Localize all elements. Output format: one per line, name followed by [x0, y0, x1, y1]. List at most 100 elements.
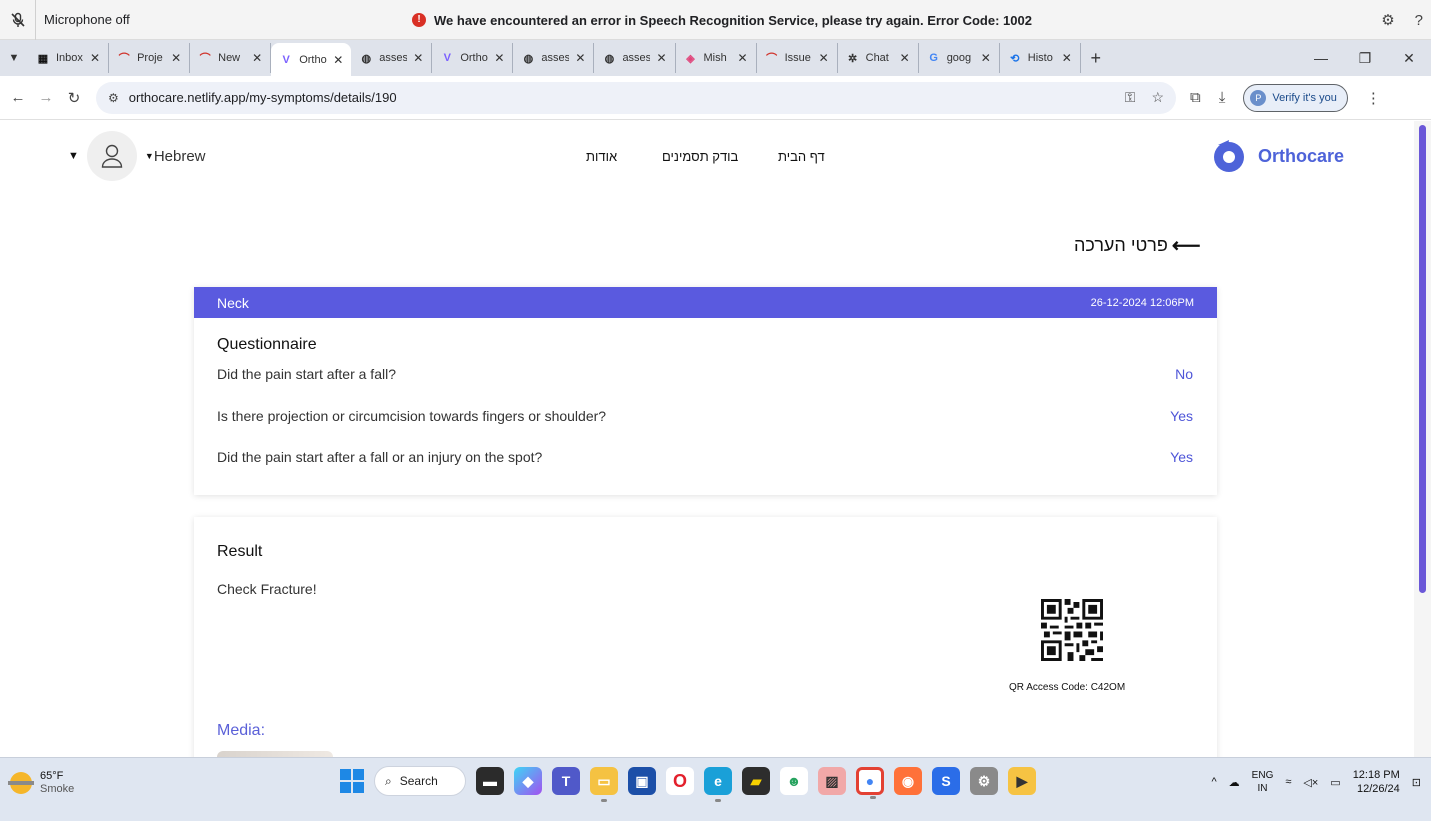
- browser-tab[interactable]: V Ortho ✕: [432, 43, 514, 73]
- tab-close-icon[interactable]: ✕: [90, 51, 100, 65]
- back-arrow-icon[interactable]: ←: [4, 89, 32, 106]
- question-row: Is there projection or circumcision towa…: [217, 408, 1193, 424]
- user-menu-caret-icon[interactable]: ▼: [68, 150, 79, 162]
- restore-window-button[interactable]: ❐: [1343, 50, 1387, 67]
- tab-label: Issue: [784, 52, 811, 64]
- browser-tab[interactable]: V Ortho ✕: [271, 43, 352, 76]
- download-icon[interactable]: ⤓: [1219, 89, 1226, 106]
- nav-link-about[interactable]: אודות: [586, 149, 617, 164]
- tab-label: New: [218, 52, 241, 64]
- language-selector[interactable]: Hebrew: [154, 148, 206, 165]
- close-window-button[interactable]: ✕: [1387, 50, 1431, 67]
- weather-widget[interactable]: 65°F Smoke: [8, 770, 74, 796]
- browser-tab[interactable]: ⟲ Histo ✕: [1000, 43, 1081, 73]
- settings-gear-icon[interactable]: ⚙: [1381, 11, 1394, 29]
- tab-close-icon[interactable]: ✕: [819, 51, 829, 65]
- browser-tab[interactable]: Ggoog ✕: [919, 43, 1000, 73]
- tab-close-icon[interactable]: ✕: [1062, 51, 1072, 65]
- sublime-text-icon[interactable]: ▶: [1008, 767, 1036, 795]
- edge-icon[interactable]: e: [704, 767, 732, 802]
- skype-icon[interactable]: S: [932, 767, 960, 795]
- system-clock[interactable]: 12:18 PM 12/26/24: [1353, 768, 1400, 796]
- teams-chat-icon[interactable]: ☻: [780, 767, 808, 795]
- browser-tab[interactable]: ⌒ Issue ✕: [757, 43, 838, 73]
- speech-notification-bar: Microphone off ! We have encountered an …: [0, 0, 1431, 40]
- microsoft-store-icon[interactable]: ▣: [628, 767, 656, 795]
- site-settings-icon[interactable]: ⚙: [108, 91, 119, 105]
- settings-gear-icon[interactable]: ⚙: [970, 767, 998, 795]
- teams-icon[interactable]: T: [552, 767, 580, 795]
- globe-icon: ◍: [523, 52, 534, 65]
- tab-close-icon[interactable]: ✕: [333, 53, 343, 67]
- history-icon: ⟲: [1010, 52, 1020, 65]
- browser-tab[interactable]: ◍ asses ✕: [513, 43, 595, 73]
- wifi-icon[interactable]: ≈: [1285, 776, 1291, 788]
- file-explorer-icon[interactable]: ▭: [590, 767, 618, 802]
- language-caret-icon[interactable]: ▼: [145, 151, 154, 161]
- browser-tab[interactable]: ▦ Inbox ✕: [28, 43, 110, 73]
- tab-close-icon[interactable]: ✕: [981, 51, 991, 65]
- clock-time: 12:18 PM: [1352, 769, 1400, 781]
- cloud-sync-icon[interactable]: ☁: [1229, 776, 1240, 789]
- taskbar-search[interactable]: ⌕ Search: [374, 766, 466, 796]
- sticky-notes-icon[interactable]: ▰: [742, 767, 770, 795]
- user-avatar-icon[interactable]: [86, 131, 137, 181]
- volume-muted-icon[interactable]: ◁×: [1303, 776, 1318, 789]
- minimize-window-button[interactable]: —: [1299, 50, 1343, 66]
- password-key-icon[interactable]: ⚿: [1125, 89, 1136, 106]
- tab-close-icon[interactable]: ✕: [575, 51, 585, 65]
- nav-link-symptom-checker[interactable]: בודק תסמינים: [662, 149, 738, 164]
- back-arrow-icon[interactable]: ⟵: [1172, 233, 1201, 258]
- answer-text: Yes: [1170, 449, 1193, 465]
- browser-tab[interactable]: ✲ Chat ✕: [838, 43, 919, 73]
- microphone-off-icon[interactable]: [0, 0, 36, 40]
- browser-menu-kebab-icon[interactable]: ⋮: [1366, 89, 1381, 107]
- chrome-icon[interactable]: ●: [856, 767, 884, 799]
- verify-identity-button[interactable]: P Verify it's you: [1243, 83, 1348, 112]
- browser-tab[interactable]: ⌒ Proje ✕: [109, 43, 191, 73]
- tab-search-chevron-icon[interactable]: ▼: [0, 40, 28, 76]
- windows-start-icon[interactable]: [340, 769, 364, 793]
- notifications-icon[interactable]: ⊡: [1412, 776, 1421, 789]
- battery-icon[interactable]: ▭: [1330, 776, 1340, 789]
- copilot-icon[interactable]: ◆: [514, 767, 542, 795]
- tab-close-icon[interactable]: ✕: [413, 51, 423, 65]
- brand-name: Orthocare: [1258, 145, 1345, 166]
- tray-chevron-up-icon[interactable]: ^: [1212, 776, 1217, 788]
- url-text[interactable]: orthocare.netlify.app/my-symptoms/detail…: [129, 90, 1115, 105]
- nav-link-home[interactable]: דף הבית: [778, 149, 825, 164]
- input-language-indicator[interactable]: ENG IN: [1252, 769, 1274, 795]
- tab-label: Histo: [1027, 52, 1053, 64]
- opera-icon[interactable]: O: [666, 767, 694, 795]
- browser-tab-strip: ▼ ▦ Inbox ✕ ⌒ Proje ✕ ⌒ New ✕ V Ortho ✕ ◍ asses ✕ V Orth…: [0, 40, 1431, 76]
- tab-close-icon[interactable]: ✕: [900, 51, 910, 65]
- tab-close-icon[interactable]: ✕: [252, 51, 262, 65]
- new-tab-plus-icon[interactable]: +: [1081, 43, 1111, 73]
- tab-close-icon[interactable]: ✕: [738, 51, 748, 65]
- address-bar[interactable]: ⚙ orthocare.netlify.app/my-symptoms/deta…: [96, 81, 1176, 114]
- tab-label: Proje: [137, 52, 163, 64]
- bookmark-star-icon[interactable]: ☆: [1151, 89, 1164, 106]
- browser-tab[interactable]: ◈ Mish ✕: [676, 43, 757, 73]
- questionnaire-title: Questionnaire: [217, 336, 317, 353]
- browser-tab[interactable]: ◍ asses ✕: [594, 43, 676, 73]
- project-icon: ⌒: [199, 53, 211, 65]
- page-scrollbar[interactable]: [1414, 121, 1431, 757]
- brand-logo[interactable]: Orthocare: [1210, 137, 1344, 175]
- scrollbar-thumb[interactable]: [1419, 125, 1426, 593]
- extensions-puzzle-icon[interactable]: ⧉: [1190, 89, 1201, 106]
- lang-line1: ENG: [1251, 770, 1274, 781]
- tab-close-icon[interactable]: ✕: [656, 51, 666, 65]
- browser-tab[interactable]: ◍ asses ✕: [351, 43, 433, 73]
- task-view-icon[interactable]: ▬: [476, 767, 504, 795]
- image-viewer-icon[interactable]: ▨: [818, 767, 846, 795]
- reload-icon[interactable]: ↻: [60, 89, 88, 107]
- tab-close-icon[interactable]: ✕: [494, 51, 504, 65]
- firefox-icon[interactable]: ◉: [894, 767, 922, 795]
- help-icon[interactable]: ?: [1415, 12, 1423, 29]
- question-row: Did the pain start after a fall? No: [217, 366, 1193, 382]
- browser-tab[interactable]: ⌒ New ✕: [190, 43, 272, 73]
- tab-close-icon[interactable]: ✕: [171, 51, 181, 65]
- qr-code-icon[interactable]: [1041, 598, 1103, 662]
- forward-arrow-icon[interactable]: →: [32, 89, 60, 106]
